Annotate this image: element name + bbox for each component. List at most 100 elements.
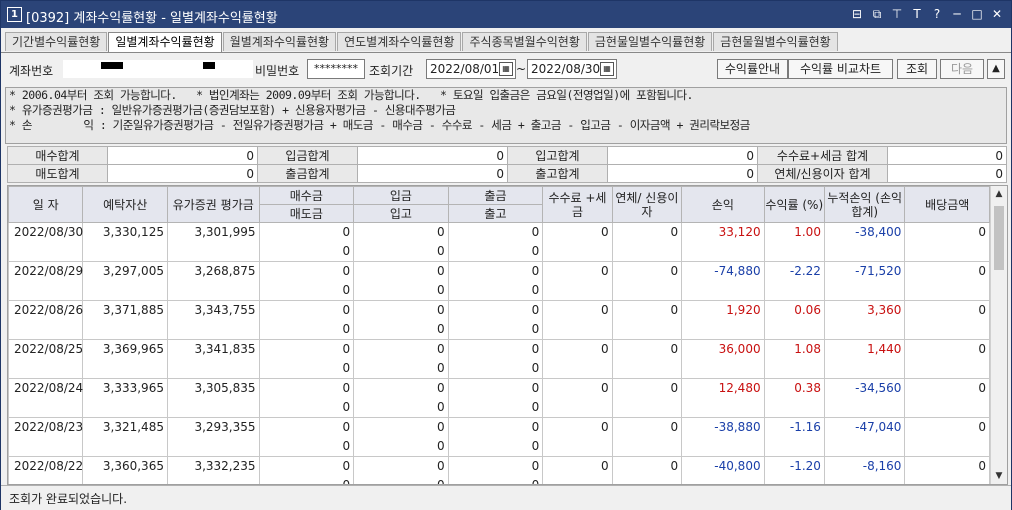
- close-icon[interactable]: ✕: [989, 6, 1005, 22]
- text-size-icon[interactable]: T: [909, 6, 925, 22]
- return-guide-button[interactable]: 수익률안내: [717, 59, 788, 79]
- cell-deposit-in: 0: [353, 339, 449, 359]
- cell-empty: [681, 281, 765, 301]
- tab-monthly-account-return[interactable]: 월별계좌수익률현황: [222, 32, 337, 51]
- table-row-sub[interactable]: 000: [8, 437, 990, 457]
- cell-sell-amount: 0: [258, 320, 355, 340]
- table-row-sub[interactable]: 000: [8, 320, 990, 340]
- title-bar[interactable]: 1 [0392] 계좌수익률현황 - 일별계좌수익률현황 ⊟ ⧉ ⊤ T ? ─…: [1, 1, 1011, 28]
- cell-empty: [904, 437, 990, 457]
- header-deposit-in[interactable]: 입금: [353, 186, 449, 205]
- table-row[interactable]: 2022/08/26 3,371,885 3,343,755 0 0 0 0 0 1,920 0.…: [8, 300, 990, 320]
- password-field[interactable]: ********: [307, 59, 365, 79]
- cell-fee-tax: 0: [542, 456, 613, 476]
- daily-return-grid[interactable]: 일 자 예탁자산 유가증권 평가금 매수금 입금 출금 수수료 +세금 연체/ …: [7, 185, 1008, 485]
- cell-dividend: 0: [904, 456, 990, 476]
- pin-icon[interactable]: ⊤: [889, 6, 905, 22]
- summary-value: 0: [887, 146, 1007, 165]
- next-button[interactable]: 다음: [940, 59, 984, 79]
- cell-return-rate: 1.00: [763, 222, 825, 242]
- cell-sell-amount: 0: [258, 437, 355, 457]
- cell-return-rate: -1.16: [763, 417, 825, 437]
- cell-deposit-assets: 3,321,485: [82, 417, 168, 437]
- tab-period-return[interactable]: 기간별수익률현황: [5, 32, 108, 51]
- header-return-rate[interactable]: 수익률 (%): [763, 186, 825, 223]
- cell-sell-amount: 0: [258, 476, 355, 484]
- scroll-down-icon[interactable]: ▼: [991, 468, 1007, 484]
- cell-empty: [82, 476, 168, 484]
- table-row-sub[interactable]: 000: [8, 281, 990, 301]
- table-row[interactable]: 2022/08/25 3,369,965 3,341,835 0 0 0 0 0 36,000 1…: [8, 339, 990, 359]
- cell-pnl: -74,880: [681, 261, 765, 281]
- minimize-icon[interactable]: ─: [949, 6, 965, 22]
- cell-buy-amount: 0: [258, 300, 355, 320]
- scroll-up-icon[interactable]: ▲: [991, 186, 1007, 202]
- daily-return-table: 일 자 예탁자산 유가증권 평가금 매수금 입금 출금 수수료 +세금 연체/ …: [8, 186, 990, 484]
- window-number-icon: 1: [7, 7, 22, 22]
- cell-deposit-in: 0: [353, 300, 449, 320]
- table-row[interactable]: 2022/08/30 3,330,125 3,301,995 0 0 0 0 0 33,120 1…: [8, 222, 990, 242]
- table-row[interactable]: 2022/08/22 3,360,365 3,332,235 0 0 0 0 0 -40,800…: [8, 456, 990, 476]
- cell-deposit-in: 0: [353, 456, 449, 476]
- window-controls: ⊟ ⧉ ⊤ T ? ─ □ ✕: [849, 6, 1005, 22]
- cell-empty: [542, 437, 613, 457]
- date-to-field[interactable]: 2022/08/30 ▦: [527, 59, 617, 79]
- calendar-icon[interactable]: ▦: [600, 62, 614, 76]
- cell-empty: [8, 437, 84, 457]
- header-fee-tax[interactable]: 수수료 +세금: [542, 186, 613, 223]
- return-compare-chart-button[interactable]: 수익률 비교차트: [788, 59, 893, 79]
- tab-gold-monthly-return[interactable]: 금현물월별수익률현황: [713, 32, 838, 51]
- header-cumulative-pnl[interactable]: 누적손익 (손익합계): [823, 186, 906, 223]
- note-line: * 유가증권평가금 : 일반유가증권평가금(증권담보포함) + 신용융자평가금 …: [9, 103, 456, 117]
- collapse-up-icon[interactable]: ▲: [987, 59, 1005, 79]
- header-deposit-assets[interactable]: 예탁자산: [82, 186, 168, 223]
- tab-gold-daily-return[interactable]: 금현물일별수익률현황: [587, 32, 713, 51]
- header-stock-in[interactable]: 입고: [353, 204, 449, 223]
- help-icon[interactable]: ?: [929, 6, 945, 22]
- link-icon[interactable]: ⊟: [849, 6, 865, 22]
- header-securities-value[interactable]: 유가증권 평가금: [166, 186, 260, 223]
- cell-stock-in: 0: [353, 437, 449, 457]
- query-button[interactable]: 조회: [897, 59, 937, 79]
- table-row-sub[interactable]: 000: [8, 398, 990, 418]
- cell-empty: [763, 359, 825, 379]
- vertical-scrollbar[interactable]: ▲ ▼: [990, 186, 1007, 484]
- cell-empty: [82, 359, 168, 379]
- header-pnl[interactable]: 손익: [681, 186, 765, 223]
- tab-daily-account-return[interactable]: 일별계좌수익률현황: [108, 32, 222, 53]
- cell-securities-value: 3,268,875: [166, 261, 260, 281]
- header-date[interactable]: 일 자: [8, 186, 84, 223]
- header-buy-amount[interactable]: 매수금: [258, 186, 355, 205]
- header-stock-out[interactable]: 출고: [447, 204, 544, 223]
- table-row-sub[interactable]: 000: [8, 476, 990, 484]
- header-interest[interactable]: 연체/ 신용이자: [611, 186, 683, 223]
- cell-date: 2022/08/22: [8, 456, 84, 476]
- header-sell-amount[interactable]: 매도금: [258, 204, 355, 223]
- calendar-icon[interactable]: ▦: [499, 62, 513, 76]
- header-dividend[interactable]: 배당금액: [904, 186, 990, 223]
- tab-yearly-account-return[interactable]: 연도별계좌수익률현황: [337, 32, 462, 51]
- table-row[interactable]: 2022/08/24 3,333,965 3,305,835 0 0 0 0 0 12,480 0…: [8, 378, 990, 398]
- cell-sell-amount: 0: [258, 281, 355, 301]
- cell-dividend: 0: [904, 378, 990, 398]
- table-row[interactable]: 2022/08/23 3,321,485 3,293,355 0 0 0 0 0 -38,880…: [8, 417, 990, 437]
- cell-securities-value: 3,343,755: [166, 300, 260, 320]
- table-row[interactable]: 2022/08/29 3,297,005 3,268,875 0 0 0 0 0 -74,880…: [8, 261, 990, 281]
- status-message: 조회가 완료되었습니다.: [9, 492, 128, 506]
- cell-empty: [166, 320, 260, 340]
- cell-pnl: -38,880: [681, 417, 765, 437]
- table-row-sub[interactable]: 000: [8, 242, 990, 262]
- summary-row: 매도합계 0 출금합계 0 출고합계 0 연체/신용이자 합계 0: [7, 164, 1007, 183]
- cell-deposit-in: 0: [353, 261, 449, 281]
- copy-window-icon[interactable]: ⧉: [869, 6, 885, 22]
- tab-stock-monthly-profit[interactable]: 주식종목별월수익현황: [462, 32, 587, 51]
- account-number-field[interactable]: [63, 60, 253, 78]
- summary-value: 0: [107, 164, 258, 183]
- date-from-field[interactable]: 2022/08/01 ▦: [426, 59, 516, 79]
- cell-date: 2022/08/23: [8, 417, 84, 437]
- header-withdraw[interactable]: 출금: [447, 186, 544, 205]
- table-row-sub[interactable]: 000: [8, 359, 990, 379]
- scroll-thumb[interactable]: [994, 206, 1004, 270]
- maximize-icon[interactable]: □: [969, 6, 985, 22]
- cell-buy-amount: 0: [258, 222, 355, 242]
